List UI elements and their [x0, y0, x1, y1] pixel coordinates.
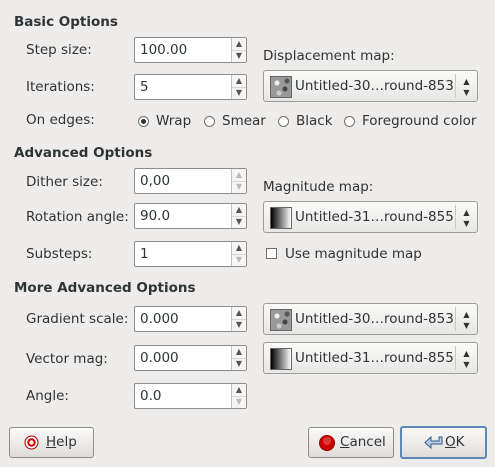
combo-arrows-icon: ▲ ▼	[455, 74, 477, 98]
gradient-scale-label: Gradient scale:	[26, 311, 129, 327]
rotation-angle-value[interactable]: 90.0	[140, 208, 170, 224]
edges-black-radio[interactable]	[278, 116, 289, 127]
magnitude-map-value: Untitled-31…round-855	[295, 209, 454, 225]
dither-size-spinbutton[interactable]: 0,00 ▲ ▼	[134, 168, 247, 194]
edges-foreground-label[interactable]: Foreground color	[362, 113, 476, 129]
dither-size-label: Dither size:	[26, 174, 103, 190]
rotation-angle-decrement[interactable]: ▼	[232, 216, 246, 228]
noise-thumbnail-icon	[270, 76, 292, 98]
use-magnitude-map-checkbox[interactable]	[266, 248, 277, 259]
cancel-label: Cancel	[340, 434, 386, 450]
iterations-decrement[interactable]: ▼	[232, 87, 246, 99]
iterations-value[interactable]: 5	[140, 79, 149, 95]
noise-thumbnail-icon	[270, 309, 292, 331]
angle-spinbutton[interactable]: 0.0 ▲ ▼	[134, 383, 247, 409]
angle-label: Angle:	[26, 388, 69, 404]
step-size-value[interactable]: 100.00	[140, 42, 187, 58]
help-label: Help	[46, 434, 77, 450]
gradient-thumbnail-icon	[270, 207, 292, 229]
substeps-label: Substeps:	[26, 246, 93, 262]
substeps-spinbutton[interactable]: 1 ▲ ▼	[134, 241, 247, 267]
angle-value[interactable]: 0.0	[140, 388, 161, 404]
section-basic-options: Basic Options	[14, 14, 118, 30]
rotation-angle-label: Rotation angle:	[26, 209, 129, 225]
gradient-map-value: Untitled-30…round-853	[295, 311, 454, 327]
combo-arrows-icon: ▲ ▼	[455, 346, 477, 370]
gradient-scale-value[interactable]: 0.000	[140, 311, 179, 327]
section-advanced-options: Advanced Options	[14, 145, 153, 161]
ok-arrow-icon	[424, 435, 443, 450]
help-button[interactable]: Help	[9, 427, 94, 458]
combo-arrows-icon: ▲ ▼	[455, 307, 477, 331]
ok-label: OK	[445, 434, 465, 450]
edges-smear-radio[interactable]	[204, 116, 215, 127]
use-magnitude-map-label[interactable]: Use magnitude map	[285, 246, 422, 262]
displacement-map-combo[interactable]: Untitled-30…round-853 ▲ ▼	[263, 70, 478, 102]
vector-mag-label: Vector mag:	[26, 351, 108, 367]
magnitude-map-label: Magnitude map:	[263, 179, 374, 195]
vector-mag-value[interactable]: 0.000	[140, 350, 179, 366]
angle-decrement[interactable]: ▼	[232, 396, 246, 408]
edges-wrap-radio[interactable]	[138, 116, 149, 127]
gradient-scale-spinbutton[interactable]: 0.000 ▲ ▼	[134, 306, 247, 332]
substeps-decrement[interactable]: ▼	[232, 254, 246, 266]
gradient-scale-decrement[interactable]: ▼	[232, 319, 246, 331]
vector-map-value: Untitled-31…round-855	[295, 350, 454, 366]
help-icon	[24, 435, 39, 450]
displacement-map-value: Untitled-30…round-853	[295, 78, 454, 94]
vector-mag-spinbutton[interactable]: 0.000 ▲ ▼	[134, 345, 247, 371]
combo-arrows-icon: ▲ ▼	[455, 205, 477, 229]
vector-mag-decrement[interactable]: ▼	[232, 358, 246, 370]
cancel-icon	[319, 435, 335, 451]
vector-map-combo[interactable]: Untitled-31…round-855 ▲ ▼	[263, 342, 478, 374]
edges-foreground-radio[interactable]	[344, 116, 355, 127]
magnitude-map-combo[interactable]: Untitled-31…round-855 ▲ ▼	[263, 201, 478, 233]
rotation-angle-spinbutton[interactable]: 90.0 ▲ ▼	[134, 203, 247, 229]
gradient-thumbnail-icon	[270, 348, 292, 370]
dither-size-value[interactable]: 0,00	[140, 173, 170, 189]
step-size-decrement[interactable]: ▼	[232, 50, 246, 62]
step-size-label: Step size:	[26, 42, 92, 58]
edges-black-label[interactable]: Black	[296, 113, 333, 129]
on-edges-label: On edges:	[26, 112, 95, 128]
edges-wrap-label[interactable]: Wrap	[156, 113, 191, 129]
ok-button[interactable]: OK	[400, 426, 487, 459]
displacement-map-label: Displacement map:	[263, 48, 395, 64]
gradient-map-combo[interactable]: Untitled-30…round-853 ▲ ▼	[263, 303, 478, 335]
step-size-spinbutton[interactable]: 100.00 ▲ ▼	[134, 37, 247, 63]
section-more-advanced-options: More Advanced Options	[14, 280, 196, 296]
iterations-label: Iterations:	[26, 79, 95, 95]
edges-smear-label[interactable]: Smear	[222, 113, 266, 129]
dither-size-decrement[interactable]: ▼	[232, 181, 246, 193]
substeps-value[interactable]: 1	[140, 246, 149, 262]
iterations-spinbutton[interactable]: 5 ▲ ▼	[134, 74, 247, 100]
cancel-button[interactable]: Cancel	[308, 427, 394, 458]
